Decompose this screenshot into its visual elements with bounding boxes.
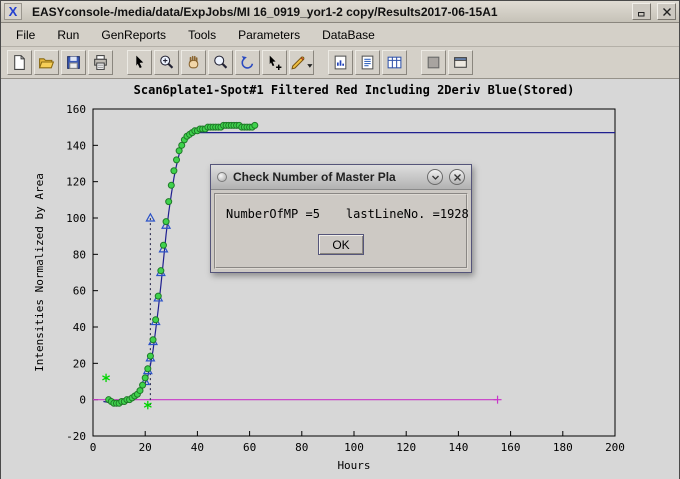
x-tick-label: 60 [243, 441, 256, 454]
stop-icon [425, 54, 442, 71]
dialog-close-button[interactable] [449, 169, 465, 185]
add-cursor-icon [266, 54, 283, 71]
new-file-button[interactable] [7, 50, 32, 75]
close-icon [662, 7, 672, 17]
toolbar-group [328, 50, 407, 75]
new-file-icon [11, 54, 28, 71]
x-axis-label: Hours [337, 459, 370, 472]
y-tick-label: 20 [73, 357, 86, 370]
x-tick-label: 180 [553, 441, 573, 454]
close-icon [453, 173, 462, 182]
chart-title: Scan6plate1-Spot#1 Filtered Red Includin… [134, 83, 575, 97]
dialog-message-lastlineno: lastLineNo. =1928 [346, 207, 469, 221]
x-tick-label: 200 [605, 441, 625, 454]
x-tick-label: 120 [396, 441, 416, 454]
dialog-check-number-of-master-plates: Check Number of Master Pla NumberOfMP =5… [210, 164, 472, 273]
y-tick-label: 60 [73, 285, 86, 298]
select-cursor-icon [131, 54, 148, 71]
report-button[interactable] [328, 50, 353, 75]
zoom-button[interactable] [208, 50, 233, 75]
menubar: FileRunGenReportsToolsParametersDataBase [1, 23, 679, 47]
dialog-message-numberofmp: NumberOfMP =5 [226, 207, 320, 221]
dialog-ok-button[interactable]: OK [318, 234, 364, 255]
draw-pen-button[interactable] [289, 50, 314, 75]
dialog-message: NumberOfMP =5 lastLineNo. =1928 [226, 207, 456, 221]
pan-hand-icon [185, 54, 202, 71]
x-tick-label: 140 [448, 441, 468, 454]
close-button[interactable] [657, 3, 676, 20]
series-baseline [93, 396, 502, 404]
print-button[interactable] [88, 50, 113, 75]
zoom-icon [212, 54, 229, 71]
window-layout-icon [452, 54, 469, 71]
x-tick-label: 20 [139, 441, 152, 454]
dialog-knob-icon [217, 172, 227, 182]
titlebar: X EASYconsole-/media/data/ExpJobs/MI 16_… [1, 1, 679, 23]
menu-tools[interactable]: Tools [177, 24, 227, 46]
toolbar-group [7, 50, 113, 75]
pan-hand-button[interactable] [181, 50, 206, 75]
window-layout-button[interactable] [448, 50, 473, 75]
x-axis-ticks: 0 20 40 60 80 100 120 140 160 180 200 [90, 431, 625, 454]
window-title: EASYconsole-/media/data/ExpJobs/MI 16_09… [26, 5, 626, 19]
toolbar-group [421, 50, 473, 75]
menu-genreports[interactable]: GenReports [90, 24, 177, 46]
y-tick-label: 80 [73, 248, 86, 261]
toolbar-group [127, 50, 314, 75]
report-icon [332, 54, 349, 71]
zoom-in-button[interactable] [154, 50, 179, 75]
data-table-icon [386, 54, 403, 71]
rotate-button[interactable] [235, 50, 260, 75]
document-icon [359, 54, 376, 71]
document-button[interactable] [355, 50, 380, 75]
y-tick-label: 120 [66, 176, 86, 189]
add-cursor-button[interactable] [262, 50, 287, 75]
chart-canvas: Scan6plate1-Spot#1 Filtered Red Includin… [1, 79, 679, 478]
open-folder-icon [38, 54, 55, 71]
y-tick-label: 40 [73, 321, 86, 334]
zoom-in-icon [158, 54, 175, 71]
y-tick-label: 0 [79, 394, 86, 407]
print-icon [92, 54, 109, 71]
minimize-button[interactable] [632, 3, 651, 20]
y-tick-label: 100 [66, 212, 86, 225]
x-tick-label: 0 [90, 441, 97, 454]
draw-pen-icon [290, 54, 313, 71]
select-cursor-button[interactable] [127, 50, 152, 75]
data-table-button[interactable] [382, 50, 407, 75]
menu-database[interactable]: DataBase [311, 24, 386, 46]
app-window: X EASYconsole-/media/data/ExpJobs/MI 16_… [0, 0, 680, 479]
dialog-title: Check Number of Master Pla [233, 170, 421, 184]
x-tick-label: 40 [191, 441, 204, 454]
chevron-down-icon [431, 173, 440, 182]
dialog-titlebar[interactable]: Check Number of Master Pla [211, 165, 471, 190]
dialog-body: NumberOfMP =5 lastLineNo. =1928 OK [214, 193, 468, 269]
open-folder-button[interactable] [34, 50, 59, 75]
y-axis-label: Intensities Normalized by Area [33, 173, 46, 372]
stop-button[interactable] [421, 50, 446, 75]
save-icon [65, 54, 82, 71]
save-button[interactable] [61, 50, 86, 75]
chart-area: Scan6plate1-Spot#1 Filtered Red Includin… [1, 79, 679, 479]
menu-parameters[interactable]: Parameters [227, 24, 311, 46]
toolbar [1, 47, 679, 79]
x-tick-label: 80 [295, 441, 308, 454]
y-tick-label: 160 [66, 103, 86, 116]
x-tick-label: 100 [344, 441, 364, 454]
rotate-icon [239, 54, 256, 71]
x-tick-label: 160 [501, 441, 521, 454]
y-tick-label: -20 [66, 430, 86, 443]
minimize-icon [637, 7, 647, 17]
dialog-shade-button[interactable] [427, 169, 443, 185]
menu-file[interactable]: File [5, 24, 46, 46]
menu-run[interactable]: Run [46, 24, 90, 46]
app-window-menu-icon[interactable]: X [4, 3, 22, 20]
y-tick-label: 140 [66, 139, 86, 152]
